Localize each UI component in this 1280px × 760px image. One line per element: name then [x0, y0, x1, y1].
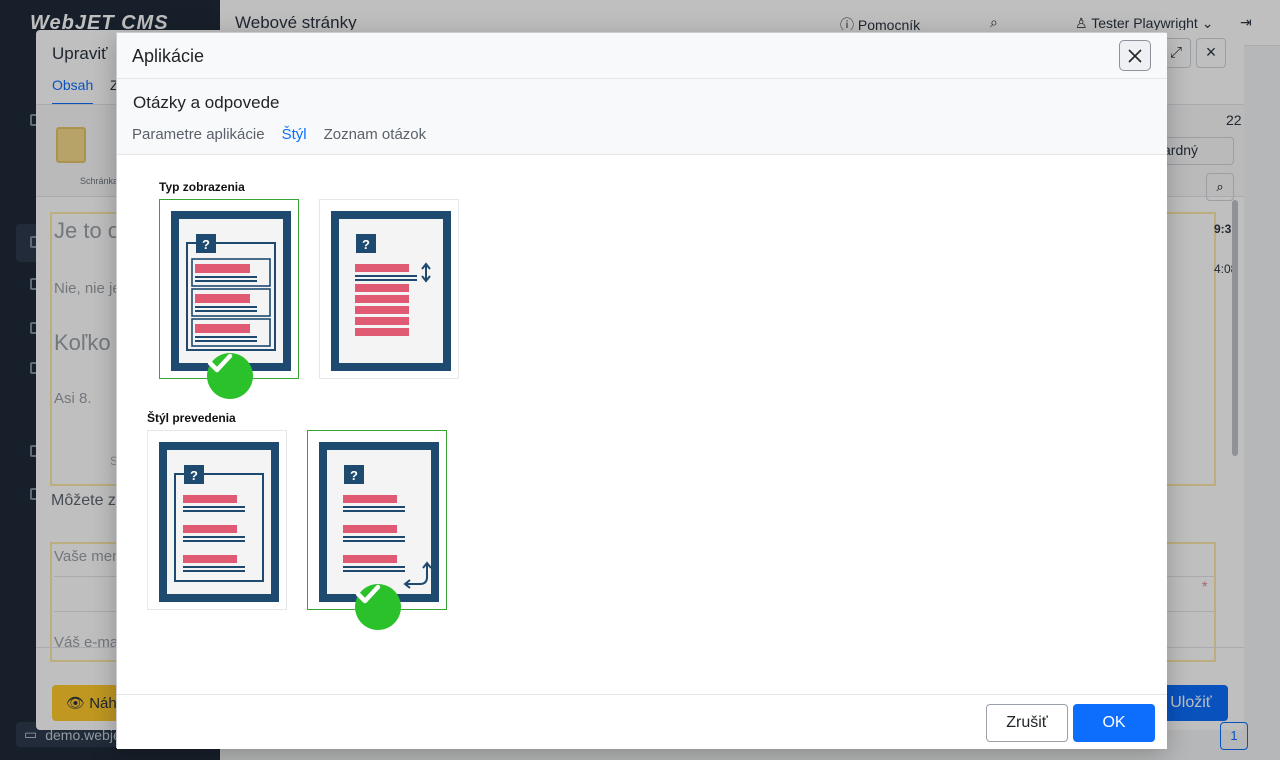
option-boxed-list[interactable]: ?: [159, 199, 299, 399]
modal-body: Typ zobrazenia ? ? Štýl prevedenia ? ?: [117, 155, 1167, 694]
close-icon: [1128, 48, 1142, 63]
svg-text:?: ?: [350, 468, 358, 483]
ok-button[interactable]: OK: [1073, 704, 1155, 742]
svg-text:?: ?: [202, 237, 210, 252]
modal-header: Aplikácie: [117, 33, 1167, 79]
modal-footer: Zrušiť OK: [117, 694, 1167, 749]
selected-check-icon: [355, 584, 401, 630]
cancel-button[interactable]: Zrušiť: [986, 704, 1068, 742]
section-label-rendering-style: Štýl prevedenia: [147, 411, 236, 425]
selected-check-icon: [207, 353, 253, 399]
tab-question-list[interactable]: Zoznam otázok: [324, 126, 427, 143]
modal-subheader: Otázky a odpovede Parametre aplikácie Št…: [117, 79, 1167, 155]
framed-illustration: ?: [159, 442, 279, 602]
svg-text:?: ?: [190, 468, 198, 483]
option-plain-with-return[interactable]: ?: [307, 430, 447, 630]
applications-modal: Aplikácie Otázky a odpovede Parametre ap…: [116, 32, 1167, 749]
section-label-display-type: Typ zobrazenia: [159, 180, 245, 194]
tab-style[interactable]: Štýl: [282, 126, 307, 143]
tab-bar: Parametre aplikácie Štýl Zoznam otázok: [132, 126, 426, 143]
close-button[interactable]: [1119, 40, 1151, 71]
app-name: Otázky a odpovede: [133, 93, 280, 112]
svg-text:?: ?: [362, 237, 370, 252]
option-accordion-list[interactable]: ?: [319, 199, 459, 379]
accordion-list-illustration: ?: [331, 211, 451, 371]
modal-title: Aplikácie: [132, 46, 205, 66]
option-framed[interactable]: ?: [147, 430, 287, 610]
tab-parameters[interactable]: Parametre aplikácie: [132, 126, 265, 143]
